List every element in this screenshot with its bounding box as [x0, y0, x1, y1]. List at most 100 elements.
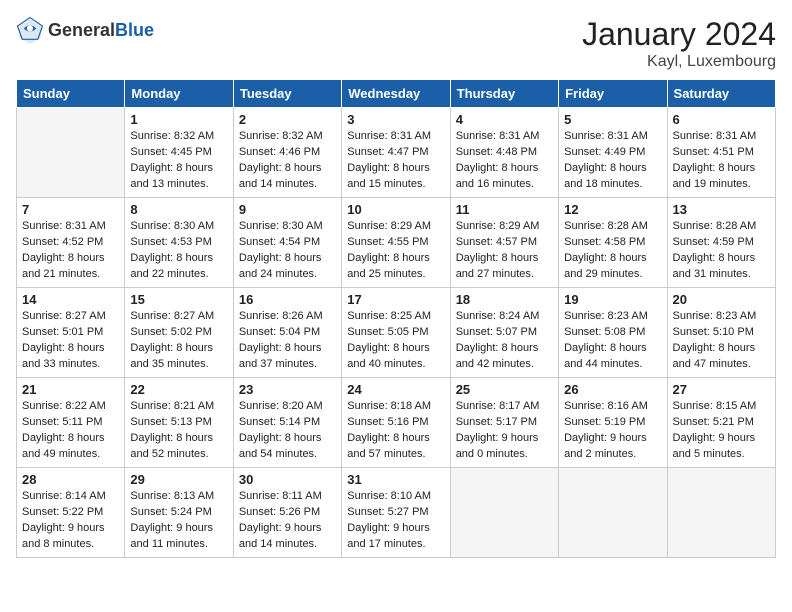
- logo: GeneralBlue: [16, 16, 154, 44]
- day-info: Sunrise: 8:11 AMSunset: 5:26 PMDaylight:…: [239, 489, 336, 553]
- day-info: Sunrise: 8:25 AMSunset: 5:05 PMDaylight:…: [347, 309, 444, 373]
- week-row-4: 21Sunrise: 8:22 AMSunset: 5:11 PMDayligh…: [17, 378, 776, 468]
- day-info: Sunrise: 8:16 AMSunset: 5:19 PMDaylight:…: [564, 399, 661, 463]
- week-row-3: 14 Sunrise: 8:27 AMSunset: 5:01 PMDayligh…: [17, 288, 776, 378]
- day-cell: 13 Sunrise: 8:28 AMSunset: 4:59 PMDayligh…: [667, 198, 775, 288]
- week-row-2: 7 Sunrise: 8:31 AMSunset: 4:52 PMDaylight…: [17, 198, 776, 288]
- day-number: 15: [130, 292, 227, 307]
- day-number: 3: [347, 112, 444, 127]
- day-info: Sunrise: 8:31 AMSunset: 4:52 PMDaylight:…: [22, 219, 119, 283]
- day-info: Sunrise: 8:23 AMSunset: 5:08 PMDaylight:…: [564, 309, 661, 373]
- day-cell: 22Sunrise: 8:21 AMSunset: 5:13 PMDayligh…: [125, 378, 233, 468]
- day-info: Sunrise: 8:27 AMSunset: 5:01 PMDaylight:…: [22, 309, 119, 373]
- day-cell: 11 Sunrise: 8:29 AMSunset: 4:57 PMDayligh…: [450, 198, 558, 288]
- day-cell: 28 Sunrise: 8:14 AMSunset: 5:22 PMDayligh…: [17, 468, 125, 558]
- day-cell: [667, 468, 775, 558]
- day-info: Sunrise: 8:24 AMSunset: 5:07 PMDaylight:…: [456, 309, 553, 373]
- weekday-header-saturday: Saturday: [667, 80, 775, 108]
- day-number: 23: [239, 382, 336, 397]
- day-info: Sunrise: 8:17 AMSunset: 5:17 PMDaylight:…: [456, 399, 553, 463]
- day-info: Sunrise: 8:23 AMSunset: 5:10 PMDaylight:…: [673, 309, 770, 373]
- day-number: 14: [22, 292, 119, 307]
- weekday-header-sunday: Sunday: [17, 80, 125, 108]
- day-cell: 19 Sunrise: 8:23 AMSunset: 5:08 PMDayligh…: [559, 288, 667, 378]
- day-cell: 3 Sunrise: 8:31 AMSunset: 4:47 PMDaylight…: [342, 108, 450, 198]
- day-cell: 18 Sunrise: 8:24 AMSunset: 5:07 PMDayligh…: [450, 288, 558, 378]
- day-number: 1: [130, 112, 227, 127]
- day-number: 10: [347, 202, 444, 217]
- day-number: 18: [456, 292, 553, 307]
- day-cell: 20 Sunrise: 8:23 AMSunset: 5:10 PMDayligh…: [667, 288, 775, 378]
- day-info: Sunrise: 8:18 AMSunset: 5:16 PMDaylight:…: [347, 399, 444, 463]
- day-cell: 10Sunrise: 8:29 AMSunset: 4:55 PMDayligh…: [342, 198, 450, 288]
- calendar-table: SundayMondayTuesdayWednesdayThursdayFrid…: [16, 79, 776, 558]
- day-info: Sunrise: 8:20 AMSunset: 5:14 PMDaylight:…: [239, 399, 336, 463]
- day-number: 11: [456, 202, 553, 217]
- day-cell: 24 Sunrise: 8:18 AMSunset: 5:16 PMDayligh…: [342, 378, 450, 468]
- location-title: Kayl, Luxembourg: [582, 53, 776, 71]
- day-number: 4: [456, 112, 553, 127]
- day-cell: 16Sunrise: 8:26 AMSunset: 5:04 PMDayligh…: [233, 288, 341, 378]
- logo-icon: [16, 16, 44, 44]
- day-number: 31: [347, 472, 444, 487]
- weekday-header-tuesday: Tuesday: [233, 80, 341, 108]
- day-number: 7: [22, 202, 119, 217]
- day-number: 21: [22, 382, 119, 397]
- day-cell: 9 Sunrise: 8:30 AMSunset: 4:54 PMDaylight…: [233, 198, 341, 288]
- day-number: 12: [564, 202, 661, 217]
- day-number: 5: [564, 112, 661, 127]
- day-info: Sunrise: 8:14 AMSunset: 5:22 PMDaylight:…: [22, 489, 119, 553]
- day-cell: 27Sunrise: 8:15 AMSunset: 5:21 PMDayligh…: [667, 378, 775, 468]
- day-info: Sunrise: 8:15 AMSunset: 5:21 PMDaylight:…: [673, 399, 770, 463]
- day-info: Sunrise: 8:30 AMSunset: 4:54 PMDaylight:…: [239, 219, 336, 283]
- day-number: 13: [673, 202, 770, 217]
- day-number: 6: [673, 112, 770, 127]
- day-cell: 23 Sunrise: 8:20 AMSunset: 5:14 PMDayligh…: [233, 378, 341, 468]
- week-row-1: 1Sunrise: 8:32 AMSunset: 4:45 PMDaylight…: [17, 108, 776, 198]
- day-cell: 4Sunrise: 8:31 AMSunset: 4:48 PMDaylight…: [450, 108, 558, 198]
- day-cell: 17 Sunrise: 8:25 AMSunset: 5:05 PMDayligh…: [342, 288, 450, 378]
- day-number: 29: [130, 472, 227, 487]
- day-cell: 6 Sunrise: 8:31 AMSunset: 4:51 PMDaylight…: [667, 108, 775, 198]
- day-number: 9: [239, 202, 336, 217]
- logo-text: GeneralBlue: [48, 20, 154, 41]
- day-info: Sunrise: 8:31 AMSunset: 4:47 PMDaylight:…: [347, 129, 444, 193]
- day-cell: 1Sunrise: 8:32 AMSunset: 4:45 PMDaylight…: [125, 108, 233, 198]
- logo-general: General: [48, 20, 115, 40]
- day-info: Sunrise: 8:27 AMSunset: 5:02 PMDaylight:…: [130, 309, 227, 373]
- day-cell: 8 Sunrise: 8:30 AMSunset: 4:53 PMDaylight…: [125, 198, 233, 288]
- day-number: 16: [239, 292, 336, 307]
- day-number: 8: [130, 202, 227, 217]
- day-number: 30: [239, 472, 336, 487]
- day-info: Sunrise: 8:13 AMSunset: 5:24 PMDaylight:…: [130, 489, 227, 553]
- day-number: 26: [564, 382, 661, 397]
- day-number: 2: [239, 112, 336, 127]
- day-number: 24: [347, 382, 444, 397]
- day-info: Sunrise: 8:29 AMSunset: 4:57 PMDaylight:…: [456, 219, 553, 283]
- day-info: Sunrise: 8:28 AMSunset: 4:59 PMDaylight:…: [673, 219, 770, 283]
- weekday-header-wednesday: Wednesday: [342, 80, 450, 108]
- day-cell: 26 Sunrise: 8:16 AMSunset: 5:19 PMDayligh…: [559, 378, 667, 468]
- day-info: Sunrise: 8:32 AMSunset: 4:46 PMDaylight:…: [239, 129, 336, 193]
- day-info: Sunrise: 8:30 AMSunset: 4:53 PMDaylight:…: [130, 219, 227, 283]
- page-header: GeneralBlue January 2024 Kayl, Luxembour…: [16, 16, 776, 71]
- weekday-header-row: SundayMondayTuesdayWednesdayThursdayFrid…: [17, 80, 776, 108]
- logo-blue: Blue: [115, 20, 154, 40]
- day-number: 28: [22, 472, 119, 487]
- day-cell: 29 Sunrise: 8:13 AMSunset: 5:24 PMDayligh…: [125, 468, 233, 558]
- day-number: 17: [347, 292, 444, 307]
- day-cell: 12 Sunrise: 8:28 AMSunset: 4:58 PMDayligh…: [559, 198, 667, 288]
- day-number: 19: [564, 292, 661, 307]
- day-info: Sunrise: 8:10 AMSunset: 5:27 PMDaylight:…: [347, 489, 444, 553]
- weekday-header-monday: Monday: [125, 80, 233, 108]
- title-block: January 2024 Kayl, Luxembourg: [582, 16, 776, 71]
- day-info: Sunrise: 8:28 AMSunset: 4:58 PMDaylight:…: [564, 219, 661, 283]
- day-cell: [559, 468, 667, 558]
- day-cell: 30 Sunrise: 8:11 AMSunset: 5:26 PMDayligh…: [233, 468, 341, 558]
- day-number: 20: [673, 292, 770, 307]
- day-cell: 21Sunrise: 8:22 AMSunset: 5:11 PMDayligh…: [17, 378, 125, 468]
- day-info: Sunrise: 8:31 AMSunset: 4:51 PMDaylight:…: [673, 129, 770, 193]
- day-cell: 7 Sunrise: 8:31 AMSunset: 4:52 PMDaylight…: [17, 198, 125, 288]
- day-cell: [17, 108, 125, 198]
- day-cell: 15 Sunrise: 8:27 AMSunset: 5:02 PMDayligh…: [125, 288, 233, 378]
